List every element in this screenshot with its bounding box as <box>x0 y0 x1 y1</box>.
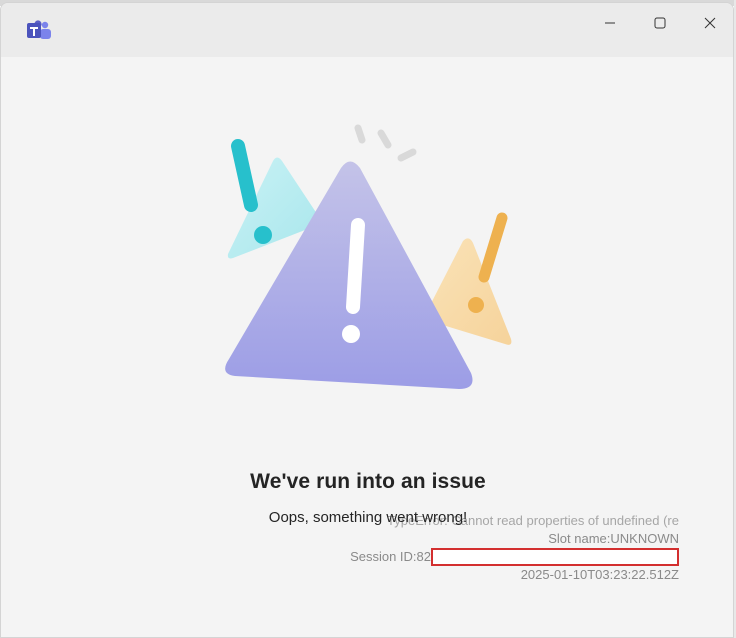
exclaim-main-bar <box>346 218 365 314</box>
error-heading: We've run into an issue <box>250 470 486 493</box>
exclaim-main-dot <box>342 325 360 343</box>
minimize-button[interactable] <box>587 7 633 39</box>
error-content: TypeError: Cannot read properties of und… <box>1 57 733 637</box>
maximize-button[interactable] <box>637 7 683 39</box>
teams-error-window: TypeError: Cannot read properties of und… <box>0 2 734 638</box>
exclaim-orange-bar <box>478 212 508 283</box>
error-message: Oops, something went wrong! <box>268 509 468 526</box>
exclaim-teal-dot <box>254 226 272 244</box>
exclaim-teal-bar <box>231 139 258 212</box>
teams-icon <box>25 19 53 43</box>
exclaim-orange-dot <box>468 297 484 313</box>
close-icon <box>704 17 716 29</box>
warning-illustration <box>225 124 512 389</box>
spark-lines <box>354 124 417 162</box>
maximize-icon <box>654 17 666 29</box>
session-id-redaction <box>431 548 679 566</box>
timestamp-text: 2025-01-10T03:23:22.512Z <box>520 567 679 582</box>
title-bar[interactable] <box>1 3 733 57</box>
minimize-icon <box>604 17 616 29</box>
close-button[interactable] <box>687 7 733 39</box>
session-id-label: Session ID:82 <box>350 549 431 564</box>
session-id-row: Session ID:82 <box>301 548 679 566</box>
slot-name-text: Slot name:UNKNOWN <box>548 531 679 546</box>
